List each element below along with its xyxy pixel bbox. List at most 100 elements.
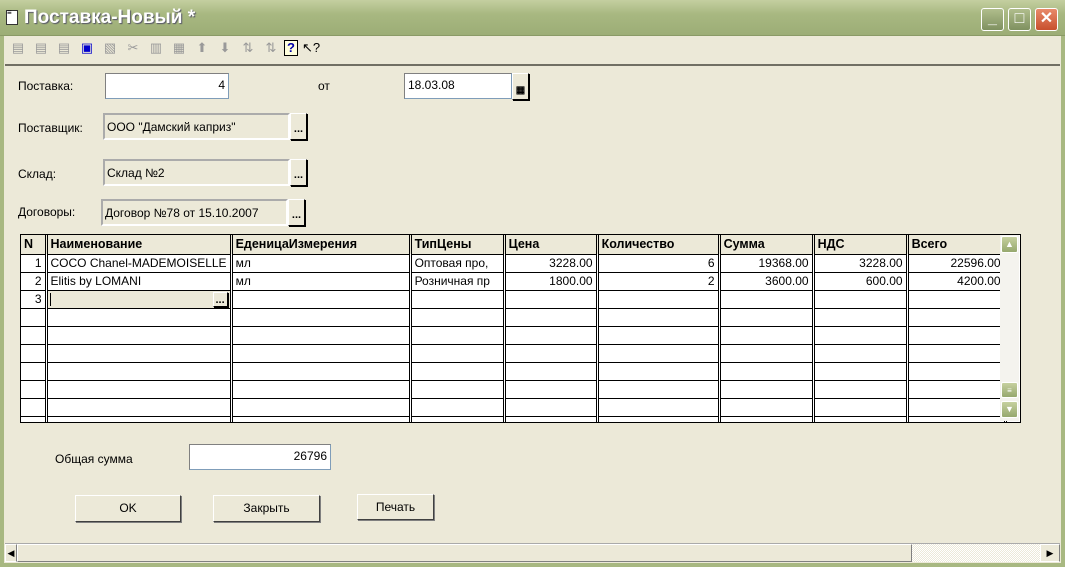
cell-name[interactable]: COCO Chanel-MADEMOISELLE — [46, 254, 233, 273]
cell-unit[interactable]: мл — [231, 254, 412, 273]
minimize-button[interactable]: _ — [981, 8, 1004, 31]
cell — [46, 416, 233, 422]
table-header: N Наименование ЕденицаИзмерения ТипЦены … — [21, 235, 1007, 255]
sort-asc-icon[interactable]: ⇅ — [238, 38, 258, 58]
column-header-vat[interactable]: НДС — [813, 235, 909, 255]
cell-quantity[interactable]: 2 — [597, 272, 721, 291]
cell-total[interactable]: 4200.00 — [907, 272, 1007, 291]
cell-price-type[interactable]: Розничная пр — [410, 272, 506, 291]
table-row[interactable] — [21, 398, 1007, 417]
contract-select-button[interactable]: ... — [288, 199, 305, 226]
cell-name-editor[interactable]: ... — [46, 290, 233, 309]
supplier-field[interactable]: ООО "Дамский каприз" — [103, 113, 290, 140]
table-row[interactable] — [21, 380, 1007, 399]
cell — [719, 416, 815, 422]
total-input[interactable]: 26796 — [189, 444, 331, 470]
cell — [504, 398, 599, 417]
cell-vat[interactable]: 3228.00 — [813, 254, 909, 273]
cell-total[interactable] — [907, 290, 1007, 309]
warehouse-select-button[interactable]: ... — [290, 159, 307, 186]
cell-price-type[interactable] — [410, 290, 506, 309]
vertical-scrollbar[interactable]: ▲ ≡ ▼ — [1000, 235, 1019, 421]
cell — [410, 380, 506, 399]
table-row[interactable]: 1 COCO Chanel-MADEMOISELLE мл Оптовая про, 3… — [21, 254, 1007, 273]
table-row[interactable]: 2 Elitis by LOMANI мл Розничная пр 1800.00 2 3… — [21, 272, 1007, 291]
column-header-price[interactable]: Цена — [504, 235, 599, 255]
name-select-button[interactable]: ... — [212, 291, 228, 307]
items-table[interactable]: N Наименование ЕденицаИзмерения ТипЦены … — [20, 234, 1021, 423]
scroll-track[interactable] — [912, 544, 1040, 562]
sort-desc-icon[interactable]: ⇅ — [261, 38, 281, 58]
context-help-icon[interactable]: ↖? — [301, 38, 321, 58]
cell-total[interactable]: 22596.00 — [907, 254, 1007, 273]
copy-icon[interactable]: ▧ — [100, 38, 120, 58]
date-input[interactable]: 18.03.08 — [404, 73, 512, 99]
delete-row-icon[interactable]: ▤ — [54, 38, 74, 58]
cell-sum[interactable]: 3600.00 — [719, 272, 815, 291]
ok-button[interactable]: OK — [75, 495, 181, 522]
delivery-number-input[interactable]: 4 — [105, 73, 229, 99]
table-row[interactable] — [21, 344, 1007, 363]
cut-icon[interactable]: ✂ — [123, 38, 143, 58]
cell — [46, 326, 233, 345]
horizontal-scroll-thumb[interactable] — [17, 544, 912, 562]
cell — [907, 344, 1007, 363]
table-row-editing[interactable]: 3 ... — [21, 290, 1007, 309]
column-header-price-type[interactable]: ТипЦены — [410, 235, 506, 255]
scroll-right-button[interactable]: ▶ — [1040, 544, 1060, 562]
table-row[interactable] — [21, 416, 1007, 422]
cell-n[interactable]: 1 — [21, 254, 48, 273]
table-row[interactable] — [21, 308, 1007, 327]
cell-n[interactable]: 2 — [21, 272, 48, 291]
new-row-icon[interactable]: ▤ — [8, 38, 28, 58]
horizontal-scrollbar[interactable]: ◀ ▶ — [5, 543, 1060, 562]
maximize-button[interactable]: □ — [1008, 8, 1031, 31]
cell-sum[interactable] — [719, 290, 815, 309]
scroll-left-button[interactable]: ◀ — [5, 544, 17, 562]
print-button[interactable]: Печать — [357, 494, 434, 520]
help-icon[interactable]: ? — [284, 40, 298, 56]
calendar-button[interactable]: ▦ — [512, 73, 529, 100]
column-header-name[interactable]: Наименование — [46, 235, 233, 255]
edit-icon[interactable]: ▥ — [146, 38, 166, 58]
cell-quantity[interactable]: 6 — [597, 254, 721, 273]
cell-sum[interactable]: 19368.00 — [719, 254, 815, 273]
cell-vat[interactable]: 600.00 — [813, 272, 909, 291]
scroll-up-button[interactable]: ▲ — [1001, 236, 1018, 253]
column-header-sum[interactable]: Сумма — [719, 235, 815, 255]
add-row-icon[interactable]: ▤ — [31, 38, 51, 58]
column-header-unit[interactable]: ЕденицаИзмерения — [231, 235, 412, 255]
cell-price[interactable] — [504, 290, 599, 309]
scroll-thumb[interactable]: ≡ — [1001, 382, 1018, 398]
cell-vat[interactable] — [813, 290, 909, 309]
column-header-quantity[interactable]: Количество — [597, 235, 721, 255]
cell — [410, 416, 506, 422]
cell-price[interactable]: 3228.00 — [504, 254, 599, 273]
close-button[interactable]: ✕ — [1035, 8, 1058, 31]
cell-n[interactable]: 3 — [21, 290, 48, 309]
cell-unit[interactable]: мл — [231, 272, 412, 291]
close-form-button[interactable]: Закрыть — [213, 495, 320, 522]
scroll-down-button[interactable]: ▼ — [1001, 401, 1018, 418]
cell-name[interactable]: Elitis by LOMANI — [46, 272, 233, 291]
title-bar[interactable]: ≡ Поставка-Новый * _ □ ✕ — [0, 0, 1065, 36]
insert-icon[interactable]: ▦ — [169, 38, 189, 58]
cell-quantity[interactable] — [597, 290, 721, 309]
supplier-select-button[interactable]: ... — [290, 113, 307, 140]
table-row[interactable] — [21, 362, 1007, 381]
table-row[interactable] — [21, 326, 1007, 345]
cell-price-type[interactable]: Оптовая про, — [410, 254, 506, 273]
cell — [410, 362, 506, 381]
save-icon[interactable]: ▣ — [77, 38, 97, 58]
cell-price[interactable]: 1800.00 — [504, 272, 599, 291]
contract-field[interactable]: Договор №78 от 15.10.2007 — [101, 199, 288, 226]
cell — [504, 362, 599, 381]
warehouse-field[interactable]: Склад №2 — [103, 159, 290, 186]
cell — [504, 326, 599, 345]
column-header-n[interactable]: N — [21, 235, 48, 255]
move-down-icon[interactable]: ⬇ — [215, 38, 235, 58]
column-header-total[interactable]: Всего — [907, 235, 1007, 255]
cell-unit[interactable] — [231, 290, 412, 309]
cell — [597, 362, 721, 381]
move-up-icon[interactable]: ⬆ — [192, 38, 212, 58]
